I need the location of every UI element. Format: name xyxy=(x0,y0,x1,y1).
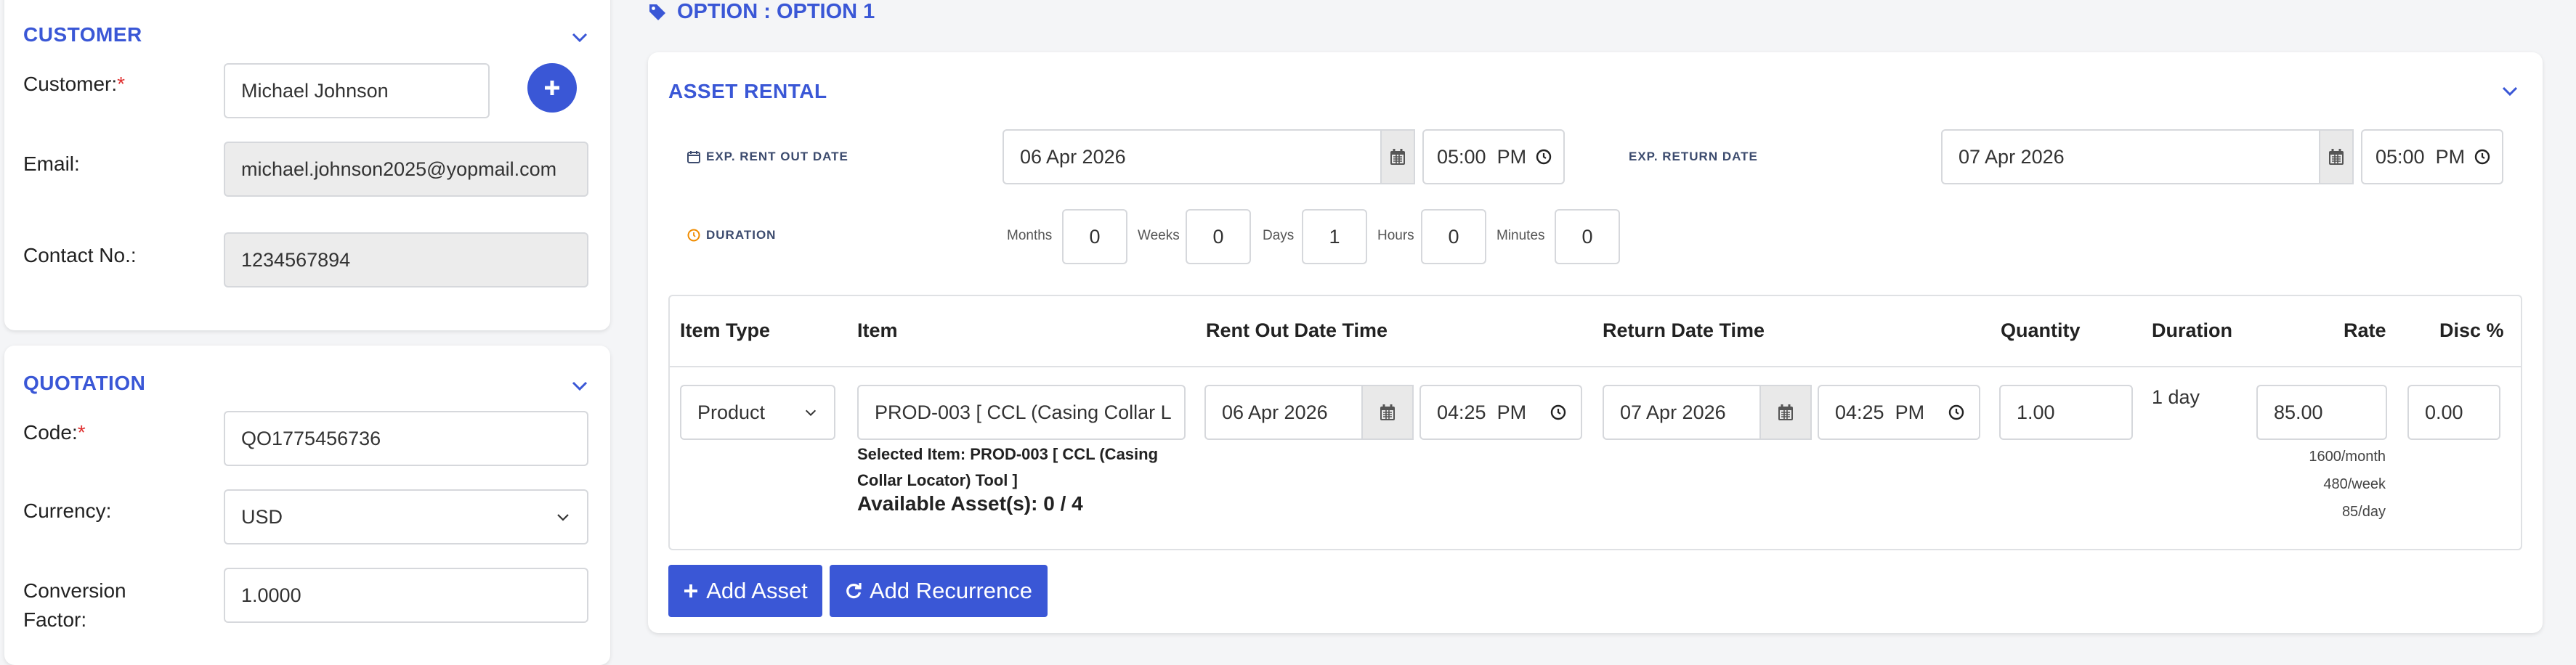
calendar-icon xyxy=(1380,404,1395,420)
months-field[interactable]: 0 xyxy=(1062,209,1127,264)
header-rent-out: Rent Out Date Time xyxy=(1206,319,1388,341)
clock-icon xyxy=(1536,149,1552,165)
available-assets: Available Asset(s): 0 / 4 xyxy=(857,492,1083,515)
selected-item-text: Selected Item: PROD-003 [ CCL (Casing Col… xyxy=(857,445,1159,489)
item-field[interactable]: PROD-003 [ CCL (Casing Collar L xyxy=(857,385,1186,440)
currency-select[interactable]: USD xyxy=(224,489,588,544)
item-type-select[interactable]: Product xyxy=(680,385,835,440)
refresh-icon xyxy=(846,583,862,599)
customer-section-title: CUSTOMER xyxy=(23,23,142,46)
calendar-icon xyxy=(1390,149,1405,165)
calendar-icon xyxy=(1778,404,1793,420)
row-rent-out-time-value: 04:25 PM xyxy=(1437,401,1527,423)
row-rent-out-calendar-button[interactable] xyxy=(1361,385,1414,440)
row-rent-out-date[interactable]: 06 Apr 2026 xyxy=(1204,385,1363,440)
chevron-down-icon[interactable] xyxy=(570,28,590,48)
add-recurrence-button[interactable]: Add Recurrence xyxy=(830,565,1048,617)
conversion-field[interactable]: 1.0000 xyxy=(224,568,588,623)
contact-label: Contact No.: xyxy=(23,244,137,266)
rent-out-label: EXP. RENT OUT DATE xyxy=(687,150,848,164)
plus-icon xyxy=(545,81,559,95)
row-return-date[interactable]: 07 Apr 2026 xyxy=(1603,385,1761,440)
minutes-label: Minutes xyxy=(1496,228,1545,243)
weeks-field[interactable]: 0 xyxy=(1186,209,1251,264)
tag-icon xyxy=(649,4,665,20)
clock-icon xyxy=(687,229,700,242)
clock-icon xyxy=(1550,404,1566,420)
row-return-time[interactable]: 04:25 PM xyxy=(1818,385,1980,440)
header-disc: Disc % xyxy=(2439,319,2504,341)
rent-out-time-field[interactable]: 05:00 PM xyxy=(1422,129,1565,184)
duration-label: DURATION xyxy=(687,228,776,242)
add-asset-label: Add Asset xyxy=(706,578,808,603)
chevron-down-icon[interactable] xyxy=(2500,81,2520,102)
email-field: michael.johnson2025@yopmail.com xyxy=(224,142,588,197)
return-date-label: EXP. RETURN DATE xyxy=(1629,150,1758,163)
disc-field[interactable]: 0.00 xyxy=(2407,385,2500,440)
item-type-value: Product xyxy=(697,401,766,423)
currency-value: USD xyxy=(241,505,283,528)
weeks-label: Weeks xyxy=(1138,228,1180,243)
plus-icon xyxy=(684,584,698,597)
chevron-down-icon[interactable] xyxy=(570,376,590,396)
rate-day-note: 85/day xyxy=(2341,504,2386,520)
clock-icon xyxy=(1948,404,1964,420)
rate-week-note: 480/week xyxy=(2323,476,2386,492)
header-rate: Rate xyxy=(2344,319,2386,341)
table-header-divider xyxy=(670,366,2521,367)
header-duration: Duration xyxy=(2152,319,2232,341)
quotation-section-title: QUOTATION xyxy=(23,372,146,394)
customer-field[interactable]: Michael Johnson xyxy=(224,63,490,118)
hours-label: Hours xyxy=(1377,228,1414,243)
asset-rental-title: ASSET RENTAL xyxy=(668,80,827,102)
row-return-time-value: 04:25 PM xyxy=(1835,401,1925,423)
customer-label: Customer:* xyxy=(23,73,126,95)
rate-field[interactable]: 85.00 xyxy=(2256,385,2387,440)
days-label: Days xyxy=(1263,228,1295,243)
rent-out-time-value: 05:00 PM xyxy=(1437,145,1527,168)
minutes-field[interactable]: 0 xyxy=(1555,209,1620,264)
calendar-icon xyxy=(687,151,700,163)
add-customer-button[interactable] xyxy=(527,63,577,113)
clock-icon xyxy=(2474,149,2490,165)
quantity-field[interactable]: 1.00 xyxy=(1999,385,2133,440)
currency-label: Currency: xyxy=(23,499,112,522)
rent-out-date-field[interactable]: 06 Apr 2026 xyxy=(1003,129,1382,184)
rent-out-calendar-button[interactable] xyxy=(1380,129,1415,184)
contact-field: 1234567894 xyxy=(224,232,588,287)
duration-value: 1 day xyxy=(2152,386,2200,408)
return-date-field[interactable]: 07 Apr 2026 xyxy=(1941,129,2322,184)
option-title: OPTION : OPTION 1 xyxy=(677,0,875,23)
return-calendar-button[interactable] xyxy=(2319,129,2354,184)
add-asset-button[interactable]: Add Asset xyxy=(668,565,822,617)
months-label: Months xyxy=(1007,228,1053,243)
conversion-label: Conversion Factor: xyxy=(23,579,126,631)
header-item-type: Item Type xyxy=(680,319,771,341)
calendar-icon xyxy=(2329,149,2344,165)
header-return: Return Date Time xyxy=(1603,319,1765,341)
return-time-value: 05:00 PM xyxy=(2375,145,2466,168)
rate-month-note: 1600/month xyxy=(2309,449,2386,465)
header-quantity: Quantity xyxy=(2001,319,2081,341)
option-header: OPTION : OPTION 1 xyxy=(648,0,875,24)
row-rent-out-time[interactable]: 04:25 PM xyxy=(1419,385,1582,440)
hours-field[interactable]: 0 xyxy=(1421,209,1486,264)
code-label: Code:* xyxy=(23,421,86,444)
return-time-field[interactable]: 05:00 PM xyxy=(2361,129,2503,184)
days-field[interactable]: 1 xyxy=(1302,209,1367,264)
email-label: Email: xyxy=(23,152,80,175)
header-item: Item xyxy=(857,319,898,341)
add-recurrence-label: Add Recurrence xyxy=(869,578,1032,603)
chevron-down-icon xyxy=(557,514,569,521)
code-field[interactable]: QO1775456736 xyxy=(224,411,588,466)
row-return-calendar-button[interactable] xyxy=(1759,385,1812,440)
chevron-down-icon xyxy=(805,409,817,417)
